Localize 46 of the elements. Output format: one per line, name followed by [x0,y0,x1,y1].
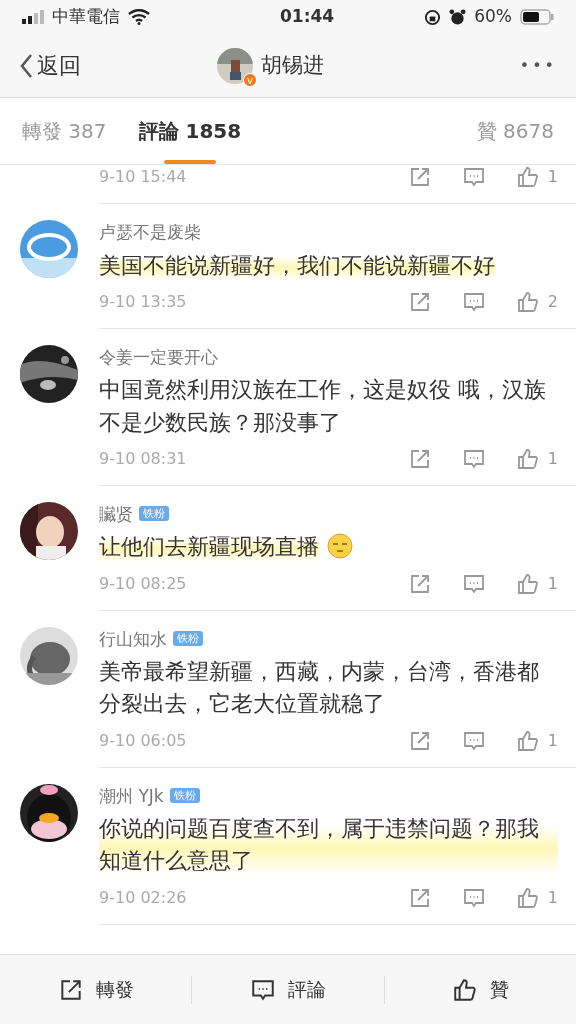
like-icon[interactable] [515,728,540,753]
like-count: 1 [547,447,558,470]
like-icon[interactable] [515,571,540,596]
fan-badge: 铁粉 [169,787,200,803]
like-count: 1 [547,572,558,595]
more-button[interactable]: ••• [518,52,558,79]
user-name: 贜贤 [99,503,133,524]
page-title: 胡锡进 [260,51,324,79]
signal-icon [22,10,44,24]
carrier-name: 中華電信 [52,5,120,29]
repost-button[interactable]: 轉發 [0,955,192,1024]
back-button[interactable]: 返回 [18,48,82,83]
like-count: 1 [547,166,558,188]
like-icon[interactable] [515,165,540,189]
like-count: 1 [547,729,558,752]
like-button[interactable]: 贊 [384,955,576,1024]
user-name: 卢瑟不是废柴 [99,222,201,242]
battery-icon [520,9,554,25]
comment-time: 9-10 08:25 [99,572,187,595]
clock-time: 01:44 [280,5,335,29]
comment-text: 美帝最希望新疆，西藏，内蒙，台湾，香港都分裂出去，它老大位置就稳了 [99,659,539,717]
battery-percent: 60% [474,5,512,29]
comment-time: 9-10 02:26 [99,886,187,909]
comment-text: 中国竟然利用汉族在工作，这是奴役 哦，汉族不是少数民族？那没事了 [99,377,546,435]
like-count: 1 [547,886,558,909]
like-count: 2 [547,290,558,313]
tab[interactable]: 評論 1858 [138,98,242,164]
like-icon[interactable] [515,289,540,314]
like-icon[interactable] [515,885,540,910]
user-name: 潮州 YJk [99,785,164,806]
alarm-icon [449,8,467,26]
comment-time: 9-10 13:35 [99,290,187,313]
comment-button[interactable]: 評論 [192,955,384,1024]
wifi-icon [128,9,150,25]
like-icon [451,976,478,1003]
like-icon[interactable] [515,446,540,471]
rotation-lock-icon [424,8,442,26]
comment-time: 9-10 06:05 [99,729,187,752]
fan-badge: 铁粉 [173,630,203,646]
user-name: 行山知水 [99,628,167,649]
comment-time: 9-10 08:31 [99,447,187,470]
chevron-icon [19,52,33,79]
fan-badge: 铁粉 [139,505,169,521]
user-name: 令姜一定要开心 [99,346,218,367]
comment-time: 9-10 15:44 [99,166,187,188]
comment-icon[interactable] [461,165,486,189]
